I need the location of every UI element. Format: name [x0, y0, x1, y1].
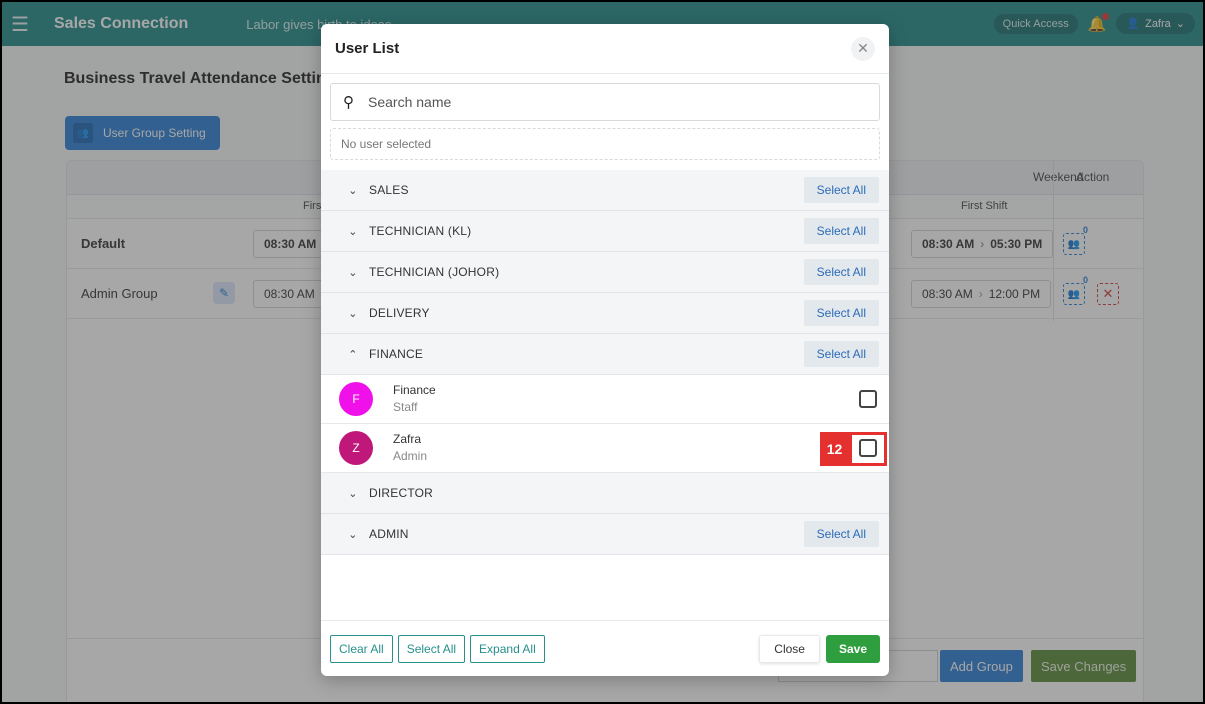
group-name: TECHNICIAN (JOHOR): [369, 265, 500, 279]
chevron-down-icon: ⌄: [348, 225, 358, 238]
user-list-modal: User List ✕ ⚲ No user selected ⌄ SALES Se…: [321, 24, 889, 676]
group-name: TECHNICIAN (KL): [369, 224, 472, 238]
chevron-down-icon: ⌄: [348, 184, 358, 197]
modal-title: User List: [335, 40, 400, 57]
selected-users-box: No user selected: [330, 128, 880, 160]
group-name: SALES: [369, 183, 409, 197]
search-input[interactable]: [368, 94, 867, 110]
select-all-button[interactable]: Select All: [803, 521, 879, 547]
group-row-delivery[interactable]: ⌄ DELIVERY Select All: [321, 293, 889, 334]
group-name: ADMIN: [369, 527, 409, 541]
user-row-finance: F Finance Staff: [321, 375, 889, 424]
select-all-button[interactable]: Select All: [803, 259, 879, 285]
group-name: FINANCE: [369, 347, 424, 361]
select-all-button[interactable]: Select All: [803, 300, 879, 326]
user-checkbox[interactable]: [859, 390, 877, 408]
user-name: Finance: [393, 383, 436, 397]
avatar: Z: [339, 431, 373, 465]
close-icon[interactable]: ✕: [851, 36, 875, 61]
chevron-down-icon: ⌄: [348, 528, 358, 541]
avatar: F: [339, 382, 373, 416]
chevron-down-icon: ⌄: [348, 266, 358, 279]
expand-all-button[interactable]: Expand All: [470, 634, 545, 663]
search-box: ⚲: [330, 83, 880, 121]
user-name: Zafra: [393, 432, 422, 446]
modal-header: User List ✕: [321, 24, 889, 74]
highlight-tag: 12: [820, 432, 849, 466]
save-button[interactable]: Save: [825, 634, 880, 663]
select-all-button[interactable]: Select All: [803, 177, 879, 203]
group-row-sales[interactable]: ⌄ SALES Select All: [321, 170, 889, 211]
chevron-up-icon: ⌃: [348, 348, 358, 361]
search-icon: ⚲: [343, 94, 354, 111]
modal-footer: Clear All Select All Expand All Close Sa…: [321, 620, 889, 676]
user-checkbox[interactable]: [859, 439, 877, 457]
group-name: DELIVERY: [369, 306, 430, 320]
group-name: DIRECTOR: [369, 486, 434, 500]
app-frame: ☰ Sales Connection Labor gives birth to …: [0, 0, 1205, 704]
group-row-technician-johor[interactable]: ⌄ TECHNICIAN (JOHOR) Select All: [321, 252, 889, 293]
group-row-technician-kl[interactable]: ⌄ TECHNICIAN (KL) Select All: [321, 211, 889, 252]
close-button[interactable]: Close: [759, 634, 820, 663]
select-all-button[interactable]: Select All: [803, 218, 879, 244]
group-row-finance[interactable]: ⌃ FINANCE Select All: [321, 334, 889, 375]
group-row-director[interactable]: ⌄ DIRECTOR: [321, 473, 889, 514]
chevron-down-icon: ⌄: [348, 307, 358, 320]
footer-select-all-button[interactable]: Select All: [397, 634, 466, 663]
chevron-down-icon: ⌄: [348, 487, 358, 500]
group-list: ⌄ SALES Select All ⌄ TECHNICIAN (KL) Selec…: [321, 170, 889, 555]
group-row-admin[interactable]: ⌄ ADMIN Select All: [321, 514, 889, 555]
select-all-button[interactable]: Select All: [803, 341, 879, 367]
user-role: Staff: [393, 400, 418, 414]
clear-all-button[interactable]: Clear All: [330, 634, 393, 663]
user-role: Admin: [393, 449, 428, 463]
user-row-zafra: Z Zafra Admin 12: [321, 424, 889, 473]
